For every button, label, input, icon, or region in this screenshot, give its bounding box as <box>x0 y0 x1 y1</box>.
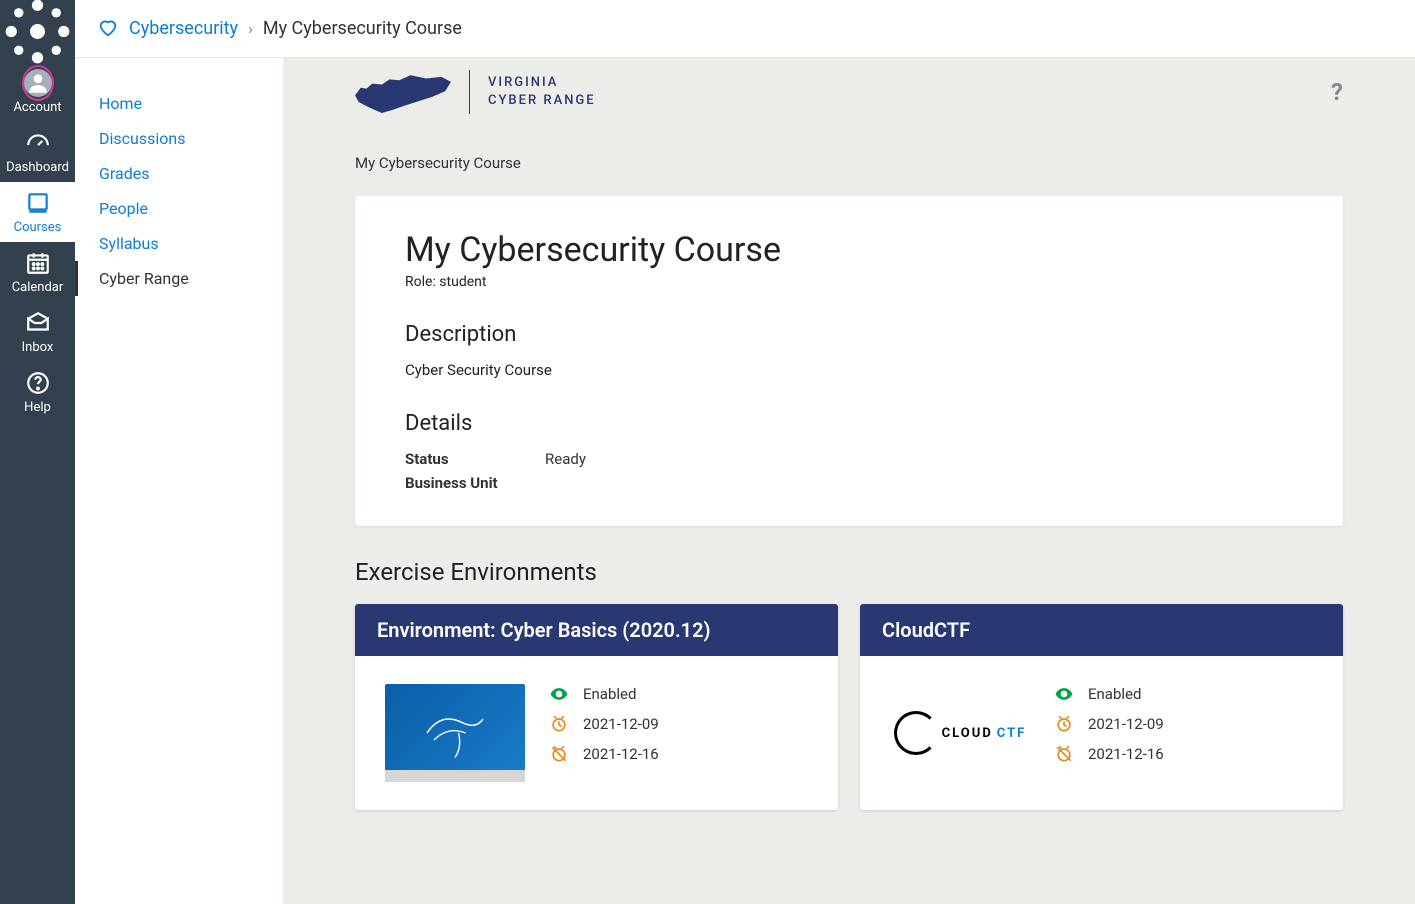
description-header: Description <box>405 322 1293 347</box>
status-label: Status <box>405 450 545 468</box>
env-end-date: 2021-12-16 <box>583 745 659 763</box>
nav-label: Help <box>24 400 51 415</box>
course-nav-people[interactable]: People <box>75 191 283 226</box>
clock-off-icon <box>549 744 569 764</box>
nav-help[interactable]: Help <box>0 362 75 422</box>
environment-row: Environment: Cyber Basics (2020.12) Enab… <box>283 586 1415 850</box>
nav-dashboard[interactable]: Dashboard <box>0 122 75 182</box>
main-content: VIRGINIA CYBER RANGE ? My Cybersecurity … <box>283 58 1415 904</box>
course-card: My Cybersecurity Course Role: student De… <box>355 196 1343 526</box>
environment-card[interactable]: CloudCTF CLOUD CTF <box>860 604 1343 810</box>
env-status: Enabled <box>583 685 636 703</box>
nav-label: Calendar <box>12 280 64 295</box>
inbox-icon <box>24 309 52 337</box>
breadcrumb-current: My Cybersecurity Course <box>263 18 462 39</box>
global-nav: Account Dashboard Courses Calendar Inbox <box>0 0 75 904</box>
env-start-date: 2021-12-09 <box>583 715 659 733</box>
env-start-date: 2021-12-09 <box>1088 715 1164 733</box>
help-question-icon[interactable]: ? <box>1331 78 1343 106</box>
calendar-icon <box>24 249 52 277</box>
exercise-environments-header: Exercise Environments <box>283 540 1415 586</box>
eye-icon <box>1054 684 1074 704</box>
nav-label: Courses <box>14 220 62 235</box>
logo-divider <box>469 70 470 114</box>
nav-account[interactable]: Account <box>0 62 75 122</box>
clock-off-icon <box>1054 744 1074 764</box>
business-unit-value <box>545 474 1293 492</box>
env-status: Enabled <box>1088 685 1141 703</box>
course-nav-discussions[interactable]: Discussions <box>75 121 283 156</box>
vcr-brand-line1: VIRGINIA <box>488 74 596 92</box>
business-unit-label: Business Unit <box>405 474 545 492</box>
nav-courses[interactable]: Courses <box>0 182 75 242</box>
nav-label: Dashboard <box>6 160 69 175</box>
course-nav: Home Discussions Grades People Syllabus … <box>75 58 283 904</box>
status-value: Ready <box>545 450 1293 468</box>
details-header: Details <box>405 411 1293 436</box>
environment-thumbnail-kali <box>385 684 525 782</box>
canvas-logo-icon[interactable] <box>0 0 75 62</box>
clock-icon <box>549 714 569 734</box>
help-icon <box>24 369 52 397</box>
cloudctf-text2: CTF <box>997 726 1027 741</box>
breadcrumb-root[interactable]: Cybersecurity <box>129 18 238 39</box>
courses-icon <box>24 189 52 217</box>
description-text: Cyber Security Course <box>405 361 1293 379</box>
vcr-brand-line2: CYBER RANGE <box>488 92 596 110</box>
clock-icon <box>1054 714 1074 734</box>
user-avatar-icon <box>24 69 52 97</box>
environment-title: CloudCTF <box>860 604 1343 656</box>
cloudctf-text1: CLOUD <box>942 726 993 741</box>
env-end-date: 2021-12-16 <box>1088 745 1164 763</box>
environment-thumbnail-cloudctf: CLOUD CTF <box>890 684 1030 782</box>
nav-label: Account <box>13 100 61 115</box>
course-subheader: My Cybersecurity Course <box>283 126 1415 182</box>
vcr-logo: VIRGINIA CYBER RANGE <box>355 70 596 114</box>
course-nav-syllabus[interactable]: Syllabus <box>75 226 283 261</box>
vcr-brand-text: VIRGINIA CYBER RANGE <box>488 74 596 110</box>
nav-calendar[interactable]: Calendar <box>0 242 75 302</box>
chevron-right-icon: › <box>248 19 253 38</box>
details-grid: Status Ready Business Unit <box>405 450 1293 492</box>
course-title: My Cybersecurity Course <box>405 230 1293 270</box>
eye-icon <box>549 684 569 704</box>
breadcrumb: Cybersecurity › My Cybersecurity Course <box>75 0 1415 58</box>
nav-inbox[interactable]: Inbox <box>0 302 75 362</box>
course-nav-grades[interactable]: Grades <box>75 156 283 191</box>
environment-card[interactable]: Environment: Cyber Basics (2020.12) Enab… <box>355 604 838 810</box>
virginia-shape-icon <box>355 71 451 113</box>
nav-label: Inbox <box>22 340 54 355</box>
course-nav-cyber-range[interactable]: Cyber Range <box>75 261 283 296</box>
course-role: Role: student <box>405 274 1293 290</box>
heart-icon[interactable] <box>97 16 119 42</box>
environment-title: Environment: Cyber Basics (2020.12) <box>355 604 838 656</box>
dashboard-icon <box>24 129 52 157</box>
course-nav-home[interactable]: Home <box>75 86 283 121</box>
cloudctf-arc-icon <box>894 711 938 755</box>
vcr-header: VIRGINIA CYBER RANGE ? <box>283 58 1415 126</box>
